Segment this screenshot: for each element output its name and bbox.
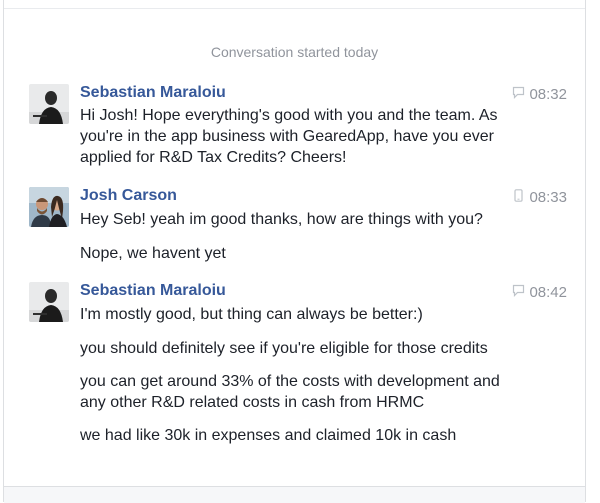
- message-meta: 08:33: [512, 189, 567, 206]
- conversation-started-label: Conversation started today: [210, 44, 379, 60]
- message-meta: 08:42: [512, 284, 567, 301]
- composer-divider: [4, 486, 585, 503]
- message-text: I'm mostly good, but thing can always be…: [80, 306, 423, 323]
- top-divider: [4, 8, 585, 9]
- timestamp: 08:33: [529, 189, 567, 206]
- sender-name[interactable]: Sebastian Maraloiu: [80, 282, 226, 300]
- message-text: Hey Seb! yeah im good thanks, how are th…: [80, 211, 483, 228]
- message-meta: 08:32: [512, 86, 567, 103]
- avatar-sebastian[interactable]: [29, 84, 69, 124]
- timestamp: 08:42: [529, 284, 567, 301]
- message-text: you can get around 33% of the costs with…: [80, 373, 500, 411]
- sender-name[interactable]: Josh Carson: [80, 187, 177, 205]
- message-text: you should definitely see if you're elig…: [80, 340, 488, 357]
- message-text: we had like 30k in expenses and claimed …: [80, 427, 457, 444]
- avatar-sebastian[interactable]: [29, 282, 69, 322]
- chat-bubble-icon: [512, 284, 525, 301]
- message-text: Nope, we havent yet: [80, 245, 226, 262]
- mobile-phone-icon: [512, 189, 525, 206]
- chat-bubble-icon: [512, 86, 525, 103]
- sender-name[interactable]: Sebastian Maraloiu: [80, 84, 226, 102]
- avatar-josh[interactable]: [29, 187, 69, 227]
- conversation-panel: Conversation started today Sebastian Mar…: [3, 0, 586, 503]
- message-text: Hi Josh! Hope everything's good with you…: [80, 107, 498, 166]
- timestamp: 08:32: [529, 86, 567, 103]
